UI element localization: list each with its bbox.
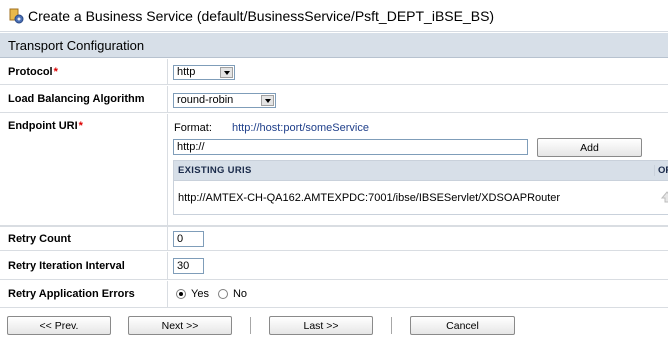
next-button[interactable]: Next >> [128,316,232,335]
retry-interval-row: Retry Iteration Interval 30 [0,252,668,280]
move-up-icon[interactable] [660,191,668,203]
retry-app-errors-row: Retry Application Errors Yes No [0,281,668,308]
table-row: http://AMTEX-CH-QA162.AMTEXPDC:7001/ibse… [174,182,668,214]
existing-uris-table: EXISTING URIS OP http://AMTEX-CH-QA162.A… [173,160,668,215]
endpoint-uri-label: Endpoint URI * [0,114,168,225]
retry-count-row: Retry Count 0 [0,226,668,251]
format-example: http://host:port/someService [232,122,369,134]
column-header-ops: OP [654,165,668,176]
button-divider [391,317,392,334]
page-title: Create a Business Service (default/Busin… [28,7,495,24]
add-uri-button[interactable]: Add [537,138,642,157]
retry-interval-input[interactable]: 30 [173,258,204,274]
protocol-label-text: Protocol [8,65,53,78]
retry-interval-label: Retry Iteration Interval [0,252,168,279]
yes-radio[interactable] [176,289,186,299]
required-marker: * [53,65,58,78]
retry-count-label: Retry Count [0,227,168,250]
button-divider [250,317,251,334]
last-button[interactable]: Last >> [269,316,373,335]
required-marker: * [78,120,83,132]
cancel-button[interactable]: Cancel [410,316,515,335]
protocol-label: Protocol * [0,59,168,84]
load-balancing-label: Load Balancing Algorithm [0,86,168,112]
chevron-down-icon[interactable] [261,95,274,106]
protocol-select-value: http [177,66,196,78]
load-balancing-select-value: round-robin [177,94,234,106]
endpoint-uri-row: Endpoint URI * Format: http://host:port/s… [0,114,668,226]
load-balancing-row: Load Balancing Algorithm round-robin [0,86,668,113]
yes-label: Yes [191,288,209,300]
no-label: No [232,288,248,300]
endpoint-uri-input[interactable]: http:// [173,139,528,155]
chevron-down-icon[interactable] [220,67,233,78]
uri-cell: http://AMTEX-CH-QA162.AMTEXPDC:7001/ibse… [178,192,561,204]
format-label: Format: [174,122,212,134]
column-header-existing-uris: EXISTING URIS [178,165,252,176]
retry-count-input[interactable]: 0 [173,231,204,247]
table-header: EXISTING URIS OP [174,161,668,181]
endpoint-uri-label-text: Endpoint URI [8,120,78,132]
service-icon [8,8,24,24]
section-title: Transport Configuration [0,33,668,58]
no-radio[interactable] [217,289,228,299]
prev-button[interactable]: << Prev. [7,316,111,335]
load-balancing-select[interactable]: round-robin [173,93,276,108]
protocol-row: Protocol * http [0,59,668,85]
window-titlebar: Create a Business Service (default/Busin… [0,0,668,32]
protocol-select[interactable]: http [173,65,235,80]
retry-app-errors-label: Retry Application Errors [0,281,168,307]
